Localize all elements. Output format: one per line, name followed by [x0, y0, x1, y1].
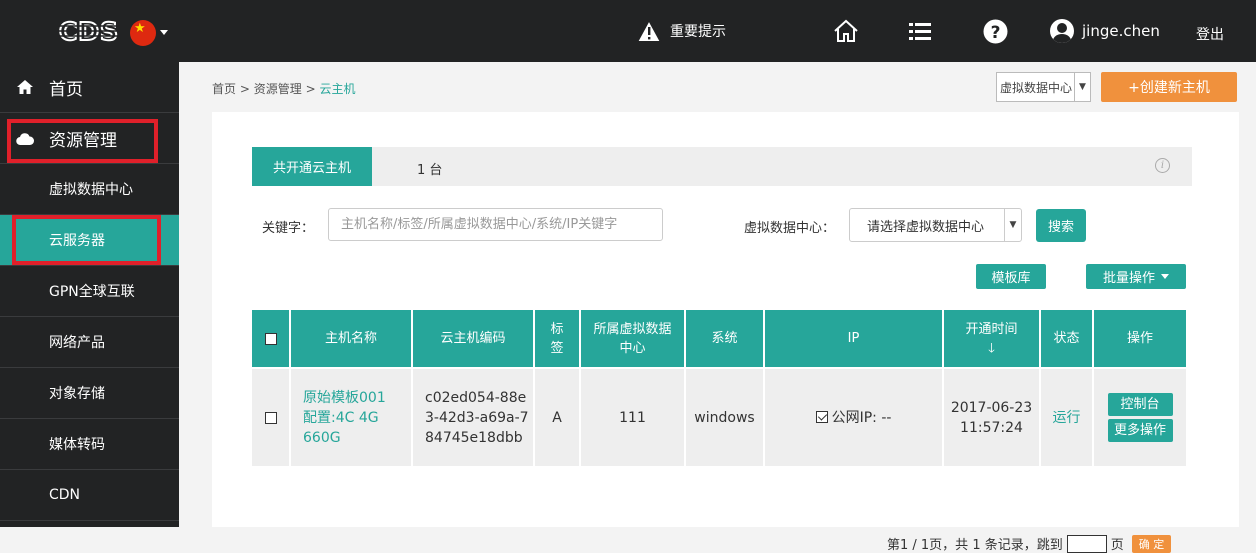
highlight-box-resource-management	[7, 119, 158, 163]
keyword-label: 关键字：	[262, 221, 315, 236]
host-table: 主机名称 云主机编码 标签 所属虚拟数据中心 系统 IP 开通时间 🡓 状态 操作…	[250, 308, 1188, 468]
home-icon	[17, 80, 33, 94]
jump-confirm-button[interactable]: 确 定	[1131, 534, 1172, 553]
table-header-row: 主机名称 云主机编码 标签 所属虚拟数据中心 系统 IP 开通时间 🡓 状态 操作	[252, 310, 1186, 367]
username: jinge.chen	[1082, 22, 1160, 40]
host-ip-cell: 公网IP: --	[765, 369, 942, 466]
content-panel: 共开通云主机 1 台 i 关键字： 虚拟数据中心： 请选择虚拟数据中心 ▼ 搜索…	[212, 112, 1239, 553]
tab-bar: 共开通云主机 1 台 i	[252, 147, 1192, 186]
host-os-cell: windows	[686, 369, 763, 466]
chevron-down-icon: ▼	[1004, 209, 1021, 241]
host-ip: 公网IP: --	[831, 409, 892, 426]
china-flag-icon[interactable]: ★	[130, 20, 156, 46]
host-tag-cell: A	[535, 369, 579, 466]
sidebar-item-label: 首页	[49, 79, 83, 100]
col-time[interactable]: 开通时间 🡓	[944, 310, 1039, 367]
warning-icon	[636, 19, 662, 43]
host-dc-cell: 111	[581, 369, 684, 466]
top-bar: CDS ★ 重要提示 ? jinge.chen 登出	[0, 0, 1256, 62]
sidebar-item-virtual-dc[interactable]: 虚拟数据中心	[0, 164, 179, 215]
sidebar-item-label: 网络产品	[49, 335, 105, 351]
col-status[interactable]: 状态	[1041, 310, 1092, 367]
chevron-down-icon: ▼	[1074, 73, 1090, 101]
info-icon[interactable]: i	[1155, 158, 1170, 173]
user-menu[interactable]: jinge.chen	[1050, 19, 1160, 43]
col-dc[interactable]: 所属虚拟数据中心	[581, 310, 684, 367]
col-host-name[interactable]: 主机名称	[291, 310, 411, 367]
sidebar-item-media-transcode[interactable]: 媒体转码	[0, 419, 179, 470]
notice-label: 重要提示	[670, 24, 726, 40]
host-count: 1 台	[417, 163, 443, 178]
sidebar-item-label: 对象存储	[49, 386, 105, 402]
row-select-cell	[252, 369, 289, 466]
help-icon[interactable]: ?	[982, 18, 1008, 44]
main-content: 首页 > 资源管理 > 云主机 虚拟数据中心 ▼ +创建新主机 共开通云主机 1…	[179, 62, 1256, 553]
pagination: 第1 / 1页，共 1 条记录，跳到 页 确 定	[887, 534, 1172, 553]
breadcrumb-home[interactable]: 首页	[212, 82, 236, 96]
tab-active-hosts[interactable]: 共开通云主机	[252, 147, 372, 186]
col-host-code[interactable]: 云主机编码	[413, 310, 533, 367]
jump-page-input[interactable]	[1066, 534, 1107, 553]
row-checkbox[interactable]	[264, 411, 277, 424]
col-tag[interactable]: 标签	[535, 310, 579, 367]
sidebar-item-label: 虚拟数据中心	[49, 182, 133, 198]
search-button[interactable]: 搜索	[1036, 209, 1086, 242]
logout-link[interactable]: 登出	[1196, 24, 1224, 44]
header-dc-select-value: 虚拟数据中心	[1000, 80, 1073, 95]
logo[interactable]: CDS	[58, 16, 120, 46]
host-config: 配置:4C 4G 660G	[303, 409, 379, 446]
important-notice[interactable]: 重要提示	[636, 17, 726, 45]
user-avatar-icon	[1050, 19, 1074, 43]
sort-down-icon[interactable]: 🡓	[988, 341, 995, 356]
col-actions: 操作	[1094, 310, 1186, 367]
sidebar-item-label: GPN全球互联	[49, 284, 135, 300]
sidebar-item-cdn[interactable]: CDN	[0, 470, 179, 521]
col-ip[interactable]: IP	[765, 310, 942, 367]
sidebar-item-home[interactable]: 首页	[0, 62, 179, 113]
pager-unit: 页	[1110, 538, 1124, 553]
sidebar-item-label: 媒体转码	[49, 437, 105, 453]
host-code-cell: c02ed054-88e3-42d3-a69a-784745e18dbb	[413, 369, 533, 466]
console-button[interactable]: 控制台	[1107, 393, 1173, 416]
list-icon[interactable]	[908, 18, 934, 44]
host-name-cell[interactable]: 原始模板001 配置:4C 4G 660G	[291, 369, 411, 466]
breadcrumb-current: 云主机	[319, 82, 356, 96]
more-actions-button[interactable]: 更多操作	[1107, 419, 1173, 442]
host-time-cell: 2017-06-23 11:57:24	[944, 369, 1039, 466]
batch-operations-button[interactable]: 批量操作	[1086, 264, 1186, 289]
pager-text: 第1 / 1页，共 1 条记录，跳到	[887, 538, 1063, 553]
sidebar-item-gpn[interactable]: GPN全球互联	[0, 266, 179, 317]
breadcrumb-separator: >	[239, 82, 250, 96]
keyword-input[interactable]	[328, 208, 663, 241]
template-library-button[interactable]: 模板库	[976, 264, 1046, 289]
create-host-button[interactable]: +创建新主机	[1101, 72, 1237, 102]
breadcrumb-separator: >	[305, 82, 316, 96]
host-name[interactable]: 原始模板001	[303, 390, 386, 406]
batch-operations-label: 批量操作	[1102, 271, 1155, 286]
highlight-box-cloud-server	[12, 215, 161, 265]
sidebar-item-object-storage[interactable]: 对象存储	[0, 368, 179, 419]
svg-text:?: ?	[990, 23, 1000, 43]
dc-filter-label: 虚拟数据中心：	[744, 221, 836, 236]
sidebar-item-label: CDN	[49, 487, 81, 503]
table-row: 原始模板001 配置:4C 4G 660G c02ed054-88e3-42d3-…	[252, 369, 1186, 466]
dc-filter-value: 请选择虚拟数据中心	[867, 219, 985, 235]
sidebar-item-network[interactable]: 网络产品	[0, 317, 179, 368]
host-status-cell: 运行	[1041, 369, 1092, 466]
dc-filter-select[interactable]: 请选择虚拟数据中心 ▼	[849, 208, 1022, 242]
breadcrumb: 首页 > 资源管理 > 云主机	[212, 80, 355, 97]
col-time-label: 开通时间	[965, 321, 1018, 337]
ip-checkbox-icon	[815, 410, 828, 423]
select-all-checkbox[interactable]	[264, 332, 277, 345]
breadcrumb-section[interactable]: 资源管理	[254, 82, 302, 96]
select-all-cell	[252, 310, 289, 367]
col-os[interactable]: 系统	[686, 310, 763, 367]
language-dropdown-icon[interactable]	[160, 30, 168, 35]
header-dc-select[interactable]: 虚拟数据中心 ▼	[996, 72, 1091, 102]
host-actions-cell: 控制台 更多操作	[1094, 369, 1186, 466]
home-icon[interactable]	[833, 18, 859, 44]
caret-down-icon	[1161, 274, 1169, 279]
